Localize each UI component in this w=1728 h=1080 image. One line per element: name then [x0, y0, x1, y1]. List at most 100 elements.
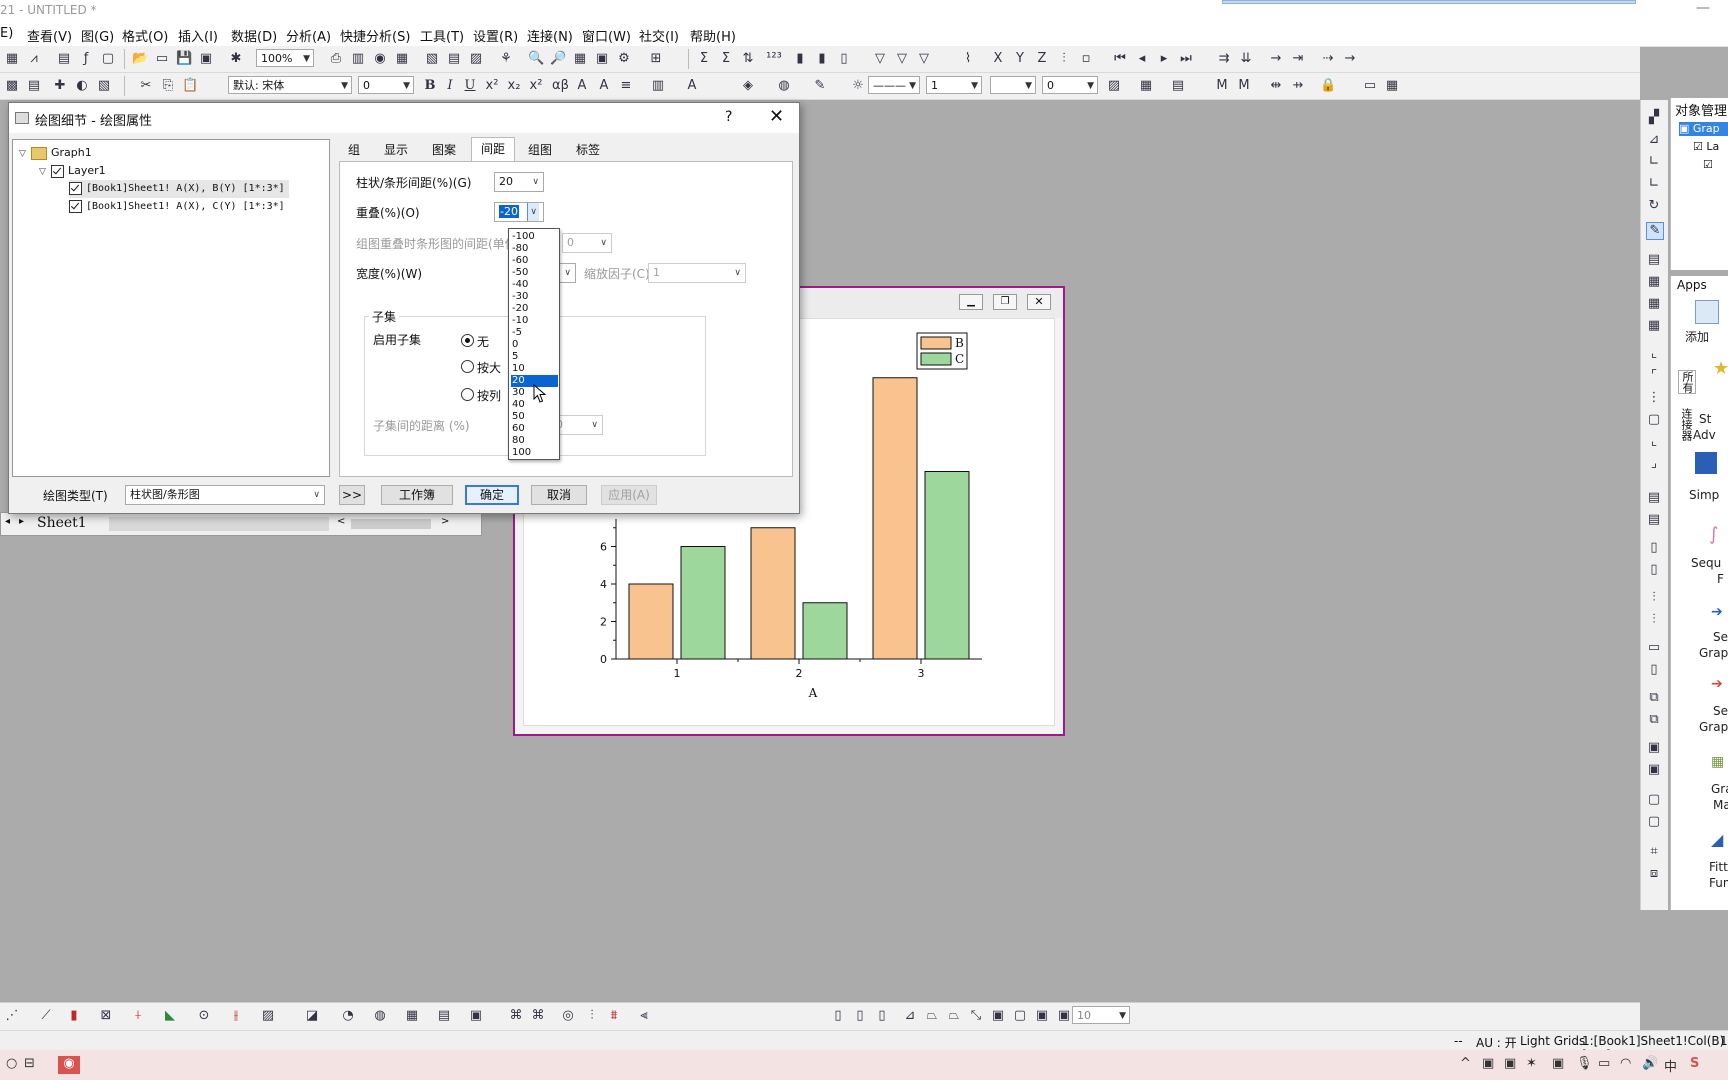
gadget2-icon[interactable]: ⌘: [530, 1008, 546, 1024]
menu-insert[interactable]: 插入(I): [178, 26, 218, 45]
app-simple[interactable]: Simp: [1689, 488, 1719, 502]
tab-display[interactable]: 显示: [375, 139, 417, 161]
filter-icon[interactable]: ▽: [872, 51, 888, 67]
plot-color-icon[interactable]: ◐: [74, 78, 90, 94]
overlap-option[interactable]: -5: [511, 327, 558, 339]
line-color-icon[interactable]: ✎: [812, 78, 828, 94]
menu-connect[interactable]: 连接(N): [527, 26, 573, 45]
line-symbol-icon[interactable]: ⟋: [38, 1008, 54, 1024]
histogram-icon[interactable]: ▯: [836, 51, 852, 67]
special-icon[interactable]: ▣: [468, 1008, 484, 1024]
frame-icon[interactable]: ▭: [1362, 78, 1378, 94]
swap-icon[interactable]: ⇉: [1216, 51, 1232, 67]
app-graph-maker-2[interactable]: Ma: [1713, 798, 1728, 812]
multi-icon[interactable]: ▦: [404, 1008, 420, 1024]
align-right-obj-icon[interactable]: ▯: [874, 1008, 890, 1024]
overlap-option[interactable]: -50: [511, 267, 558, 279]
row-number-icon[interactable]: ¹²³: [766, 51, 782, 67]
print-icon[interactable]: ⎙: [328, 51, 344, 67]
status-autoupdate[interactable]: AU : 开: [1476, 1034, 1517, 1051]
menu-analysis[interactable]: 分析(A): [286, 26, 331, 45]
overlap-dropdown[interactable]: -20 ∨: [494, 202, 544, 222]
zoom-combo[interactable]: 100% ▼: [256, 49, 314, 67]
merge-icon[interactable]: ▦: [1646, 296, 1662, 312]
send-graph-icon[interactable]: ➔: [1711, 604, 1723, 620]
tray-app-icon[interactable]: ▣: [1482, 1056, 1494, 1071]
overlap-option[interactable]: 50: [511, 411, 558, 423]
copy-page-icon[interactable]: ▥: [350, 51, 366, 67]
3d-icon[interactable]: ▨: [260, 1008, 276, 1024]
app-sequence-2[interactable]: F: [1717, 572, 1724, 586]
menu-tools[interactable]: 工具(T): [420, 26, 464, 45]
column-chart-icon[interactable]: ▮: [792, 51, 808, 67]
tab-spacing[interactable]: 间距: [471, 137, 515, 163]
expand-icon[interactable]: ▽: [19, 145, 31, 163]
sort-icon[interactable]: ⇅: [740, 51, 756, 67]
project-explorer-icon[interactable]: ▦: [394, 51, 410, 67]
error-bar-icon[interactable]: ⍭: [130, 1008, 146, 1024]
copy-format-icon[interactable]: ▤: [26, 78, 42, 94]
tray-wifi-icon[interactable]: ◠: [1620, 1056, 1631, 1071]
dialog-titlebar[interactable]: 绘图细节 - 绘图属性 ? ✕: [9, 103, 799, 133]
hatch-icon[interactable]: ▨: [1106, 78, 1122, 94]
save-template-icon[interactable]: ▣: [198, 51, 214, 67]
expand-icon[interactable]: ▽: [39, 163, 51, 181]
zoom-out-icon[interactable]: 🔎: [550, 51, 566, 67]
border-icon[interactable]: ▥: [650, 78, 666, 94]
tray-expand-icon[interactable]: ^: [1460, 1056, 1471, 1071]
mark-icon[interactable]: M: [1214, 78, 1230, 94]
tray-sogou-icon[interactable]: S: [1690, 1056, 1699, 1071]
workbook-button[interactable]: 工作簿: [381, 485, 453, 505]
overlap-options-list[interactable]: -100 -80 -60 -50 -40 -30 -20 -10 -5 0 5 10 20 30 40 50 6…: [508, 228, 560, 460]
menu-social[interactable]: 社交(I): [639, 26, 679, 45]
more-button[interactable]: >>: [339, 485, 365, 505]
set-error-icon[interactable]: ⫶: [1056, 51, 1072, 67]
overlap-option[interactable]: -30: [511, 291, 558, 303]
expand-icon[interactable]: ⧈: [1646, 866, 1662, 882]
code-builder-icon[interactable]: ▨: [468, 51, 484, 67]
stats-icon[interactable]: Σ: [718, 51, 734, 67]
last-icon[interactable]: ⏭: [1178, 51, 1194, 67]
tab-connectors[interactable]: 连接器: [1678, 408, 1694, 441]
spread-icon[interactable]: ⇹: [1268, 78, 1284, 94]
app-fitting-1[interactable]: Fitt: [1709, 860, 1728, 874]
menu-format[interactable]: 格式(O): [122, 26, 168, 45]
graph-close-icon[interactable]: ✕: [1027, 294, 1051, 310]
sum-icon[interactable]: Σ: [696, 51, 712, 67]
column-plot-icon[interactable]: ▮: [66, 1008, 82, 1024]
fill-color-icon[interactable]: ◈: [740, 78, 756, 94]
plot-c-checkbox[interactable]: [69, 199, 82, 213]
app-add[interactable]: 添加: [1685, 328, 1709, 345]
grid-icon[interactable]: ▦: [1138, 78, 1154, 94]
greek-icon[interactable]: αβ: [552, 78, 569, 94]
sheet-nav-next-icon[interactable]: ▸: [19, 516, 24, 527]
tab-label[interactable]: 标签: [567, 139, 609, 161]
sheet-nav-prev-icon[interactable]: ◂: [5, 516, 10, 527]
layer2-icon[interactable]: ▤: [1646, 512, 1662, 528]
graph-maker-icon[interactable]: ▦: [1711, 754, 1724, 770]
app-stats-1[interactable]: St: [1699, 412, 1711, 426]
subset-by-size-radio[interactable]: [461, 360, 474, 373]
overlap-option[interactable]: -20: [511, 303, 558, 315]
layout-icon[interactable]: ▤: [1646, 252, 1662, 268]
distribute-icon[interactable]: ⫶: [1646, 590, 1662, 606]
tree-item-plot-b[interactable]: [Book1]Sheet1! A(X), B(Y) [1*:3*]: [69, 180, 289, 198]
overlap-option[interactable]: -10: [511, 315, 558, 327]
save-icon[interactable]: 💾: [176, 51, 192, 67]
hscroll-left-icon[interactable]: <: [337, 516, 345, 527]
italic-icon[interactable]: I: [442, 78, 458, 94]
stack-icon[interactable]: ⋮: [1646, 390, 1662, 406]
overlap-option[interactable]: 100: [511, 447, 558, 459]
gadget-icon[interactable]: ⌘: [508, 1008, 524, 1024]
next-icon[interactable]: ▸: [1156, 51, 1172, 67]
overlap-option[interactable]: 5: [511, 351, 558, 363]
resize-icon[interactable]: ⤡: [968, 1008, 984, 1024]
supsub-icon[interactable]: x²: [528, 78, 544, 94]
pattern-combo[interactable]: ▼: [990, 76, 1036, 94]
status-theme[interactable]: Light Grids: [1520, 1034, 1585, 1048]
draw-data-icon[interactable]: ✎: [1646, 222, 1664, 240]
tree-item-layer[interactable]: ▽ Layer1: [39, 162, 106, 180]
front-icon[interactable]: ▣: [1646, 740, 1662, 756]
area-icon[interactable]: ◣: [162, 1008, 178, 1024]
panel-icon[interactable]: ▤: [436, 1008, 452, 1024]
